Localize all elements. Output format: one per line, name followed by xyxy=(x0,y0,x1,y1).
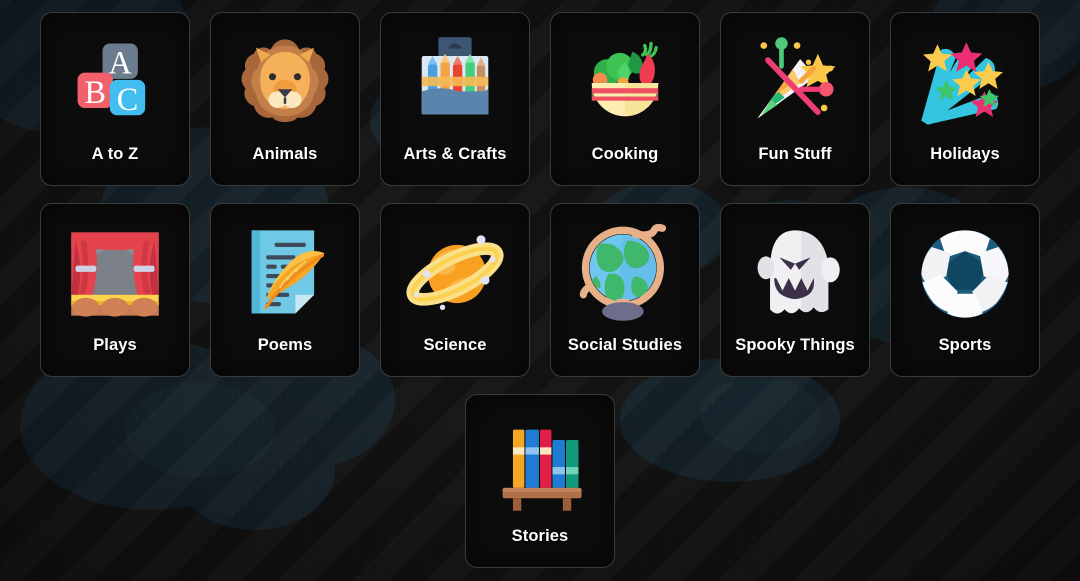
category-card-poems[interactable]: Poems xyxy=(210,203,360,377)
quill-paper-icon xyxy=(229,218,341,330)
category-card-arts-crafts[interactable]: Arts & Crafts xyxy=(380,12,530,186)
globe-icon xyxy=(569,218,681,330)
category-grid: A B C A to Z Animals Arts & Crafts Cooki… xyxy=(0,0,1080,581)
svg-text:B: B xyxy=(84,74,106,110)
category-card-plays[interactable]: Plays xyxy=(40,203,190,377)
category-label: Spooky Things xyxy=(735,336,855,354)
category-label: Poems xyxy=(257,336,313,354)
category-card-fun-stuff[interactable]: Fun Stuff xyxy=(720,12,870,186)
crayon-box-icon xyxy=(399,27,511,139)
soccer-ball-icon xyxy=(909,218,1021,330)
category-label: Plays xyxy=(93,336,137,354)
category-card-science[interactable]: Science xyxy=(380,203,530,377)
category-row-2: Plays Poems Science Social Studies Spook… xyxy=(40,203,1040,377)
category-label: Holidays xyxy=(930,145,1000,163)
category-label: Arts & Crafts xyxy=(403,145,507,163)
category-label: Animals xyxy=(252,145,318,163)
party-popper-icon xyxy=(739,27,851,139)
lion-icon xyxy=(229,27,341,139)
category-label: Stories xyxy=(511,527,569,545)
salad-bowl-icon xyxy=(569,27,681,139)
category-card-sports[interactable]: Sports xyxy=(890,203,1040,377)
saturn-planet-icon xyxy=(399,218,511,330)
category-card-cooking[interactable]: Cooking xyxy=(550,12,700,186)
category-label: Science xyxy=(423,336,487,354)
category-row-1: A B C A to Z Animals Arts & Crafts Cooki… xyxy=(40,12,1040,186)
category-label: Cooking xyxy=(591,145,659,163)
category-row-3: Stories xyxy=(40,394,1040,568)
bookshelf-icon xyxy=(484,409,596,521)
svg-text:A: A xyxy=(109,45,133,81)
category-label: A to Z xyxy=(91,145,139,163)
category-card-holidays[interactable]: Holidays xyxy=(890,12,1040,186)
theater-stage-icon xyxy=(59,218,171,330)
abc-blocks-icon: A B C xyxy=(59,27,171,139)
category-card-social-studies[interactable]: Social Studies xyxy=(550,203,700,377)
category-card-spooky-things[interactable]: Spooky Things xyxy=(720,203,870,377)
category-label: Sports xyxy=(938,336,992,354)
svg-text:C: C xyxy=(117,81,139,117)
fireworks-icon xyxy=(909,27,1021,139)
category-card-stories[interactable]: Stories xyxy=(465,394,615,568)
category-card-animals[interactable]: Animals xyxy=(210,12,360,186)
category-label: Fun Stuff xyxy=(758,145,832,163)
category-label: Social Studies xyxy=(567,336,683,354)
category-card-a-to-z[interactable]: A B C A to Z xyxy=(40,12,190,186)
ghost-icon xyxy=(739,218,851,330)
